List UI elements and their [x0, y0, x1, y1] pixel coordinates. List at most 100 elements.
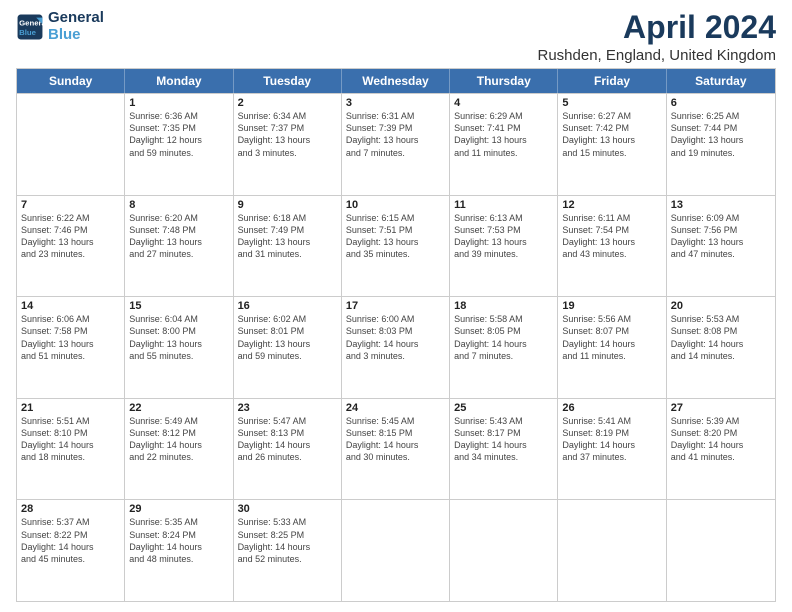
- cell-line: Sunset: 8:07 PM: [562, 325, 661, 337]
- header-cell-thursday: Thursday: [450, 69, 558, 93]
- cell-line: Sunset: 8:00 PM: [129, 325, 228, 337]
- cell-line: Daylight: 13 hours: [562, 134, 661, 146]
- cell-line: Daylight: 13 hours: [671, 236, 771, 248]
- title-block: April 2024 Rushden, England, United King…: [538, 10, 777, 64]
- day-number: 30: [238, 503, 337, 515]
- calendar-cell: 11Sunrise: 6:13 AMSunset: 7:53 PMDayligh…: [450, 196, 558, 297]
- calendar-cell: 30Sunrise: 5:33 AMSunset: 8:25 PMDayligh…: [234, 500, 342, 601]
- cell-line: and 26 minutes.: [238, 451, 337, 463]
- calendar-cell: 7Sunrise: 6:22 AMSunset: 7:46 PMDaylight…: [17, 196, 125, 297]
- day-number: 23: [238, 402, 337, 414]
- cell-line: Sunset: 7:41 PM: [454, 122, 553, 134]
- day-number: 5: [562, 97, 661, 109]
- cell-line: Sunrise: 5:56 AM: [562, 313, 661, 325]
- cell-line: Sunrise: 6:11 AM: [562, 212, 661, 224]
- calendar-cell: 19Sunrise: 5:56 AMSunset: 8:07 PMDayligh…: [558, 297, 666, 398]
- cell-line: Sunset: 8:08 PM: [671, 325, 771, 337]
- svg-text:Blue: Blue: [19, 27, 37, 36]
- day-number: 7: [21, 199, 120, 211]
- cell-line: Sunset: 7:56 PM: [671, 224, 771, 236]
- cell-line: Sunrise: 6:22 AM: [21, 212, 120, 224]
- cell-line: Sunset: 8:12 PM: [129, 427, 228, 439]
- cell-line: Sunset: 7:53 PM: [454, 224, 553, 236]
- calendar-body: 1Sunrise: 6:36 AMSunset: 7:35 PMDaylight…: [17, 93, 775, 601]
- calendar-row: 14Sunrise: 6:06 AMSunset: 7:58 PMDayligh…: [17, 296, 775, 398]
- cell-line: Sunrise: 6:18 AM: [238, 212, 337, 224]
- cell-line: Daylight: 13 hours: [21, 338, 120, 350]
- calendar-row: 21Sunrise: 5:51 AMSunset: 8:10 PMDayligh…: [17, 398, 775, 500]
- cell-line: Daylight: 14 hours: [129, 541, 228, 553]
- calendar-cell: 8Sunrise: 6:20 AMSunset: 7:48 PMDaylight…: [125, 196, 233, 297]
- cell-line: Sunrise: 6:00 AM: [346, 313, 445, 325]
- cell-line: Sunrise: 5:47 AM: [238, 415, 337, 427]
- cell-line: Daylight: 14 hours: [562, 338, 661, 350]
- cell-line: Sunset: 8:24 PM: [129, 529, 228, 541]
- calendar-cell: 25Sunrise: 5:43 AMSunset: 8:17 PMDayligh…: [450, 399, 558, 500]
- cell-line: and 30 minutes.: [346, 451, 445, 463]
- cell-line: Sunset: 8:05 PM: [454, 325, 553, 337]
- cell-line: and 34 minutes.: [454, 451, 553, 463]
- calendar-cell: 16Sunrise: 6:02 AMSunset: 8:01 PMDayligh…: [234, 297, 342, 398]
- day-number: 11: [454, 199, 553, 211]
- calendar-cell: 5Sunrise: 6:27 AMSunset: 7:42 PMDaylight…: [558, 94, 666, 195]
- day-number: 26: [562, 402, 661, 414]
- cell-line: and 7 minutes.: [346, 147, 445, 159]
- day-number: 15: [129, 300, 228, 312]
- cell-line: Sunrise: 6:13 AM: [454, 212, 553, 224]
- cell-line: Sunrise: 5:58 AM: [454, 313, 553, 325]
- cell-line: and 47 minutes.: [671, 248, 771, 260]
- day-number: 22: [129, 402, 228, 414]
- day-number: 10: [346, 199, 445, 211]
- cell-line: Daylight: 13 hours: [238, 338, 337, 350]
- cell-line: and 52 minutes.: [238, 553, 337, 565]
- cell-line: Daylight: 13 hours: [21, 236, 120, 248]
- calendar-cell: 18Sunrise: 5:58 AMSunset: 8:05 PMDayligh…: [450, 297, 558, 398]
- calendar-header: SundayMondayTuesdayWednesdayThursdayFrid…: [17, 69, 775, 93]
- cell-line: Daylight: 14 hours: [21, 439, 120, 451]
- cell-line: Sunrise: 6:20 AM: [129, 212, 228, 224]
- cell-line: Sunrise: 5:45 AM: [346, 415, 445, 427]
- day-number: 29: [129, 503, 228, 515]
- day-number: 8: [129, 199, 228, 211]
- calendar-cell: 20Sunrise: 5:53 AMSunset: 8:08 PMDayligh…: [667, 297, 775, 398]
- cell-line: and 31 minutes.: [238, 248, 337, 260]
- cell-line: Sunset: 7:46 PM: [21, 224, 120, 236]
- cell-line: Sunset: 8:15 PM: [346, 427, 445, 439]
- day-number: 24: [346, 402, 445, 414]
- cell-line: Sunset: 7:58 PM: [21, 325, 120, 337]
- cell-line: Sunset: 7:51 PM: [346, 224, 445, 236]
- cell-line: Daylight: 13 hours: [129, 236, 228, 248]
- cell-line: and 45 minutes.: [21, 553, 120, 565]
- day-number: 19: [562, 300, 661, 312]
- calendar-cell: 3Sunrise: 6:31 AMSunset: 7:39 PMDaylight…: [342, 94, 450, 195]
- cell-line: Sunrise: 5:53 AM: [671, 313, 771, 325]
- cell-line: Daylight: 14 hours: [346, 439, 445, 451]
- cell-line: Sunrise: 6:06 AM: [21, 313, 120, 325]
- cell-line: Daylight: 13 hours: [562, 236, 661, 248]
- day-number: 12: [562, 199, 661, 211]
- day-number: 25: [454, 402, 553, 414]
- cell-line: and 39 minutes.: [454, 248, 553, 260]
- calendar-cell: 17Sunrise: 6:00 AMSunset: 8:03 PMDayligh…: [342, 297, 450, 398]
- cell-line: and 59 minutes.: [238, 350, 337, 362]
- day-number: 20: [671, 300, 771, 312]
- cell-line: and 15 minutes.: [562, 147, 661, 159]
- calendar-cell: 15Sunrise: 6:04 AMSunset: 8:00 PMDayligh…: [125, 297, 233, 398]
- header-cell-wednesday: Wednesday: [342, 69, 450, 93]
- calendar-cell: 23Sunrise: 5:47 AMSunset: 8:13 PMDayligh…: [234, 399, 342, 500]
- cell-line: Daylight: 14 hours: [671, 439, 771, 451]
- cell-line: Sunset: 7:39 PM: [346, 122, 445, 134]
- cell-line: and 51 minutes.: [21, 350, 120, 362]
- cell-line: Daylight: 13 hours: [454, 134, 553, 146]
- cell-line: Sunset: 7:54 PM: [562, 224, 661, 236]
- cell-line: Sunrise: 6:04 AM: [129, 313, 228, 325]
- logo-blue: Blue: [48, 27, 104, 44]
- calendar-cell: 22Sunrise: 5:49 AMSunset: 8:12 PMDayligh…: [125, 399, 233, 500]
- cell-line: Daylight: 14 hours: [21, 541, 120, 553]
- cell-line: and 27 minutes.: [129, 248, 228, 260]
- cell-line: Daylight: 14 hours: [671, 338, 771, 350]
- cell-line: Daylight: 14 hours: [454, 439, 553, 451]
- calendar-cell: 2Sunrise: 6:34 AMSunset: 7:37 PMDaylight…: [234, 94, 342, 195]
- calendar-cell: 27Sunrise: 5:39 AMSunset: 8:20 PMDayligh…: [667, 399, 775, 500]
- cell-line: Daylight: 14 hours: [238, 439, 337, 451]
